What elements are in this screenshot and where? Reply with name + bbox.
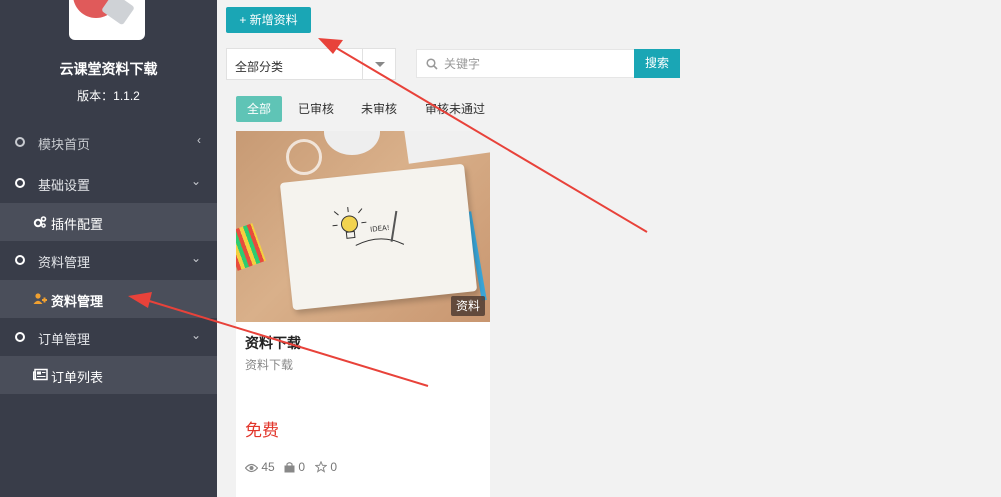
sidebar-item-material-list[interactable]: 资料管理 (0, 280, 217, 318)
search-box (416, 49, 635, 78)
app-version: 版本：1.1.2 (77, 89, 140, 103)
chevron-down-icon: ⌄ (190, 251, 201, 265)
sidebar-item-label: 基础设置 (38, 178, 91, 193)
search-icon (426, 58, 438, 73)
card-subtitle: 资料下载 (245, 358, 294, 372)
star-icon (314, 460, 328, 474)
tab-rejected[interactable]: 审核未通过 (414, 96, 496, 122)
eye-icon (244, 460, 259, 474)
downloads-count: 0 (298, 460, 306, 474)
tab-approved[interactable]: 已审核 (287, 96, 345, 122)
views-count: 45 (261, 460, 275, 474)
sidebar-item-label: 订单管理 (38, 332, 91, 347)
users-icon (33, 292, 47, 306)
app-logo (69, 0, 145, 40)
bag-icon (284, 460, 295, 474)
app-name: 云课堂资料下载 (59, 61, 158, 77)
sidebar-item-order-management[interactable]: 订单管理 ⌄ (0, 318, 217, 356)
sidebar-item-module-home[interactable]: 模块首页 ‹ (0, 123, 217, 161)
circle-icon (15, 255, 25, 265)
svg-text:IDEA!: IDEA! (370, 224, 390, 234)
type-badge: 资料 (451, 296, 485, 316)
favorites-count: 0 (330, 460, 338, 474)
circle-icon (15, 178, 25, 188)
sidebar-item-label: 订单列表 (51, 370, 104, 385)
category-select[interactable]: 全部分类 (226, 48, 396, 80)
chevron-down-icon: ⌄ (190, 174, 201, 188)
card-cover-image[interactable]: IDEA! (236, 131, 490, 322)
newspaper-icon (32, 368, 48, 382)
gears-icon (33, 215, 47, 229)
card-price: 免费 (245, 421, 279, 440)
sidebar-item-order-list[interactable]: 订单列表 (0, 356, 217, 394)
sidebar: 云课堂资料下载 版本：1.1.2 模块首页 ‹ 基础设置 ⌄ 插件配置 资料管理… (0, 0, 217, 497)
sidebar-item-label: 插件配置 (51, 217, 104, 232)
sidebar-item-material-management[interactable]: 资料管理 ⌄ (0, 241, 217, 279)
tab-pending[interactable]: 未审核 (350, 96, 408, 122)
circle-icon (15, 137, 25, 147)
tab-all[interactable]: 全部 (236, 96, 283, 122)
sidebar-item-label: 模块首页 (38, 137, 91, 152)
favorites-stat: 0 (314, 460, 338, 474)
circle-icon (15, 332, 25, 342)
views-stat: 45 (244, 460, 275, 474)
caret-down-icon (375, 62, 385, 67)
card-title[interactable]: 资料下载 (245, 333, 301, 353)
sidebar-item-label: 资料管理 (51, 294, 104, 309)
sidebar-item-basic-settings[interactable]: 基础设置 ⌄ (0, 164, 217, 202)
keyword-input[interactable] (444, 50, 629, 77)
search-button[interactable]: 搜索 (634, 49, 680, 78)
sidebar-item-plugin-config[interactable]: 插件配置 (0, 203, 217, 241)
add-material-button[interactable]: + 新增资料 (226, 7, 311, 33)
material-card[interactable]: IDEA! 资料 资料下载 资料下载 免费 45 0 0 (236, 131, 490, 497)
chevron-down-icon: ⌄ (190, 328, 201, 342)
category-select-value: 全部分类 (235, 60, 284, 74)
sidebar-item-label: 资料管理 (38, 255, 91, 270)
select-toggle[interactable] (362, 49, 395, 79)
chevron-left-icon: ‹ (197, 133, 201, 147)
downloads-stat: 0 (284, 460, 305, 474)
